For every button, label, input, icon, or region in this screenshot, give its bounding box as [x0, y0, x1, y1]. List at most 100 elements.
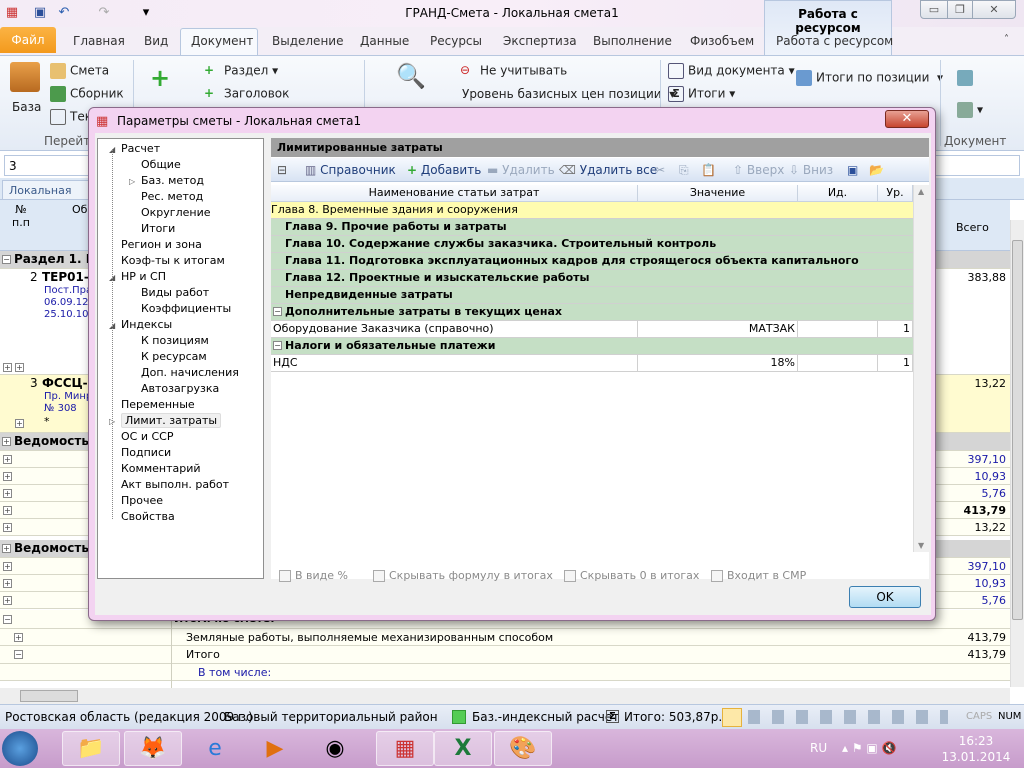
start-button[interactable]	[2, 731, 38, 766]
ok-button[interactable]: OK	[849, 586, 921, 608]
clock-time[interactable]: 16:23	[946, 734, 1006, 748]
media-player-icon[interactable]: ▶	[246, 731, 304, 766]
ne-uchityvat-button[interactable]: ⊖ Не учитывать	[460, 63, 567, 79]
tab-expertise[interactable]: Экспертиза	[503, 34, 577, 48]
reference-button[interactable]: ▥ Справочник	[305, 163, 396, 177]
tree-item-5[interactable]: Итоги	[141, 222, 175, 235]
itogi-poz-dropdown[interactable]: Итоги по позиции ▾	[796, 70, 943, 86]
tree-item-18[interactable]: ОС и ССР	[121, 430, 173, 443]
tree-item-4[interactable]: Округление	[141, 206, 210, 219]
tree-item-22[interactable]: Прочее	[121, 494, 163, 507]
cell-name[interactable]: НДС	[271, 355, 638, 371]
grid-row[interactable]: Глава 8. Временные здания и сооружения	[271, 202, 913, 219]
checkbox-box[interactable]	[711, 570, 723, 582]
doc-props-icon[interactable]	[957, 102, 973, 118]
tree-item-13[interactable]: К ресурсам	[141, 350, 207, 363]
checkbox-3[interactable]: Входит в СМР	[711, 569, 806, 582]
copy-icon[interactable]: ⎘	[679, 163, 689, 178]
baza-button[interactable]: База	[12, 100, 41, 114]
checkbox-box[interactable]	[564, 570, 576, 582]
dialog-close-button[interactable]: ✕	[885, 110, 929, 128]
firefox-icon[interactable]: 🦊	[124, 731, 182, 766]
grid-row[interactable]: − Налоги и обязательные платежи	[271, 338, 913, 355]
vertical-scrollbar[interactable]	[1010, 220, 1024, 687]
smeta-button[interactable]: Смета	[50, 63, 109, 79]
tab-document[interactable]: Документ	[191, 34, 253, 48]
view-mode-icon[interactable]	[722, 708, 742, 727]
close-window-button[interactable]: ✕	[972, 0, 1016, 19]
magnifier-icon[interactable]: 🔍	[396, 62, 426, 90]
col-name-header[interactable]: Наименование статьи затрат	[271, 185, 638, 202]
delete-all-button[interactable]: ⌫ Удалить все	[559, 163, 657, 177]
tree-item-16[interactable]: Переменные	[121, 398, 195, 411]
tree-item-1[interactable]: Общие	[141, 158, 181, 171]
checkbox-box[interactable]	[373, 570, 385, 582]
tree-item-17[interactable]: Лимит. затраты	[121, 413, 222, 428]
grid-row[interactable]: Глава 10. Содержание службы заказчика. С…	[271, 236, 913, 253]
tree-item-6[interactable]: Регион и зона	[121, 238, 202, 251]
tab-view[interactable]: Вид	[144, 34, 168, 48]
grid-row[interactable]: Оборудование Заказчика (справочно) МАТЗАК…	[271, 321, 913, 338]
expand-icon[interactable]: +	[3, 489, 12, 498]
tree-item-7[interactable]: Коэф-ты к итогам	[121, 254, 225, 267]
cell-id[interactable]	[798, 321, 878, 337]
sbornik-button[interactable]: Сборник	[50, 86, 124, 102]
tree-item-14[interactable]: Доп. начисления	[141, 366, 239, 379]
expand-icon[interactable]: +	[15, 363, 24, 372]
tree-item-12[interactable]: К позициям	[141, 334, 209, 347]
doc-settings-icon[interactable]	[957, 70, 973, 86]
expand-icon[interactable]: +	[15, 419, 24, 428]
minimize-button[interactable]: ▭	[920, 0, 948, 19]
grid-scrollbar[interactable]: ▲ ▼	[913, 185, 929, 552]
expand-icon[interactable]: +	[3, 506, 12, 515]
add-button[interactable]: + Добавить	[407, 163, 481, 177]
zagolovok-button[interactable]: + Заголовок	[204, 86, 289, 102]
explorer-icon[interactable]: 📁	[62, 731, 120, 766]
tree-item-9[interactable]: Виды работ	[141, 286, 209, 299]
scrollbar-thumb[interactable]	[20, 690, 78, 702]
expand-icon[interactable]: +	[3, 472, 12, 481]
cell-name[interactable]: Оборудование Заказчика (справочно)	[271, 321, 638, 337]
cut-icon[interactable]: ✂	[655, 163, 665, 177]
status-calc-method[interactable]: Баз.-индексный расчет	[472, 710, 619, 724]
doc-view-dropdown[interactable]: Вид документа ▾	[668, 63, 795, 79]
cell-value[interactable]: МАТЗАК	[638, 321, 798, 337]
tab-resources[interactable]: Ресурсы	[430, 34, 482, 48]
tree-item-2[interactable]: Баз. метод	[141, 174, 204, 187]
database-icon[interactable]	[10, 62, 40, 92]
grid-row[interactable]: Непредвиденные затраты	[271, 287, 913, 304]
add-position-icon[interactable]: +	[150, 64, 170, 92]
checkbox-2[interactable]: Скрывать 0 в итогах	[564, 569, 699, 582]
tree-item-0[interactable]: Расчет	[121, 142, 160, 155]
cell-id[interactable]	[798, 355, 878, 371]
totals-row[interactable]: + Земляные работы, выполняемые механизиро…	[0, 629, 1010, 646]
horizontal-scrollbar[interactable]	[0, 688, 1010, 704]
tree-item-15[interactable]: Автозагрузка	[141, 382, 219, 395]
paste-icon[interactable]: 📋	[701, 163, 716, 177]
collapse-ribbon-icon[interactable]: ˄	[1004, 34, 1009, 45]
settings-icon[interactable]: ⊟	[277, 163, 287, 177]
tree-item-23[interactable]: Свойства	[121, 510, 175, 523]
grid-row[interactable]: Глава 12. Проектные и изыскательские раб…	[271, 270, 913, 287]
expand-icon[interactable]: +	[3, 596, 12, 605]
col-id-header[interactable]: Ид.	[798, 185, 878, 202]
tree-item-10[interactable]: Коэффициенты	[141, 302, 231, 315]
totals-row[interactable]: − Итого 413,79	[0, 646, 1010, 664]
tray-icons[interactable]: ▴ ⚑ ▣ 🔇	[842, 741, 897, 755]
scrollbar-thumb[interactable]	[1012, 240, 1023, 620]
open-folder-icon[interactable]: 📂	[869, 163, 884, 177]
checkbox-0[interactable]: В виде %	[279, 569, 348, 582]
tree-item-3[interactable]: Рес. метод	[141, 190, 203, 203]
cell-value[interactable]: 18%	[638, 355, 798, 371]
itogi-dropdown[interactable]: Σ Итоги ▾	[668, 86, 735, 102]
clock-date[interactable]: 13.01.2014	[940, 750, 1012, 764]
tree-item-19[interactable]: Подписи	[121, 446, 171, 459]
expand-icon[interactable]: +	[3, 579, 12, 588]
move-up-button[interactable]: ⇧ Вверх	[733, 163, 784, 177]
paint-icon[interactable]: 🎨	[494, 731, 552, 766]
save-icon[interactable]: ▣	[847, 163, 858, 177]
expand-icon[interactable]: +	[3, 455, 12, 464]
checkbox-box[interactable]	[279, 570, 291, 582]
cell-level[interactable]: 1	[878, 355, 913, 371]
expand-icon[interactable]: +	[3, 562, 12, 571]
